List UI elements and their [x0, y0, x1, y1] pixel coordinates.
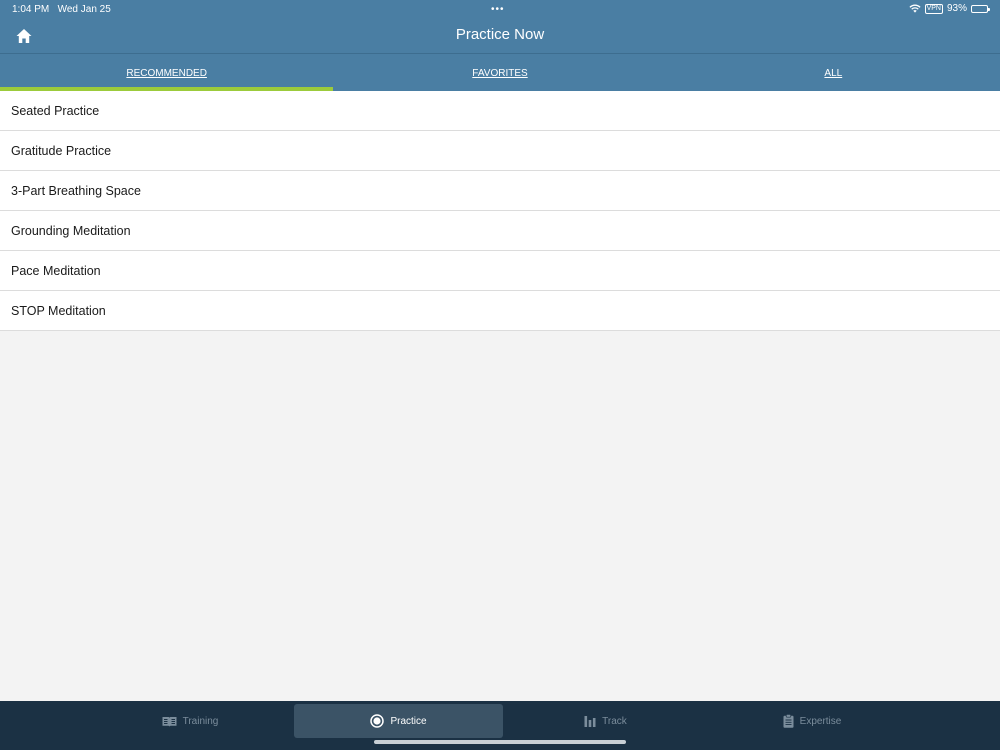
header: 1:04 PM Wed Jan 25 ••• VPN 93% Practice …: [0, 0, 1000, 91]
tabbar-practice-label: Practice: [390, 715, 427, 727]
wifi-icon: [909, 4, 921, 13]
practice-item-breathing-space[interactable]: 3-Part Breathing Space: [0, 171, 1000, 211]
status-bar: 1:04 PM Wed Jan 25 ••• VPN 93%: [0, 0, 1000, 18]
segment-tabs: RECOMMENDED FAVORITES ALL: [0, 55, 1000, 91]
tabbar-training[interactable]: Training: [85, 704, 295, 738]
status-indicators: VPN 93%: [909, 3, 990, 14]
bar-chart-icon: [584, 716, 596, 727]
status-time: 1:04 PM Wed Jan 25: [12, 4, 111, 15]
practice-item-stop[interactable]: STOP Meditation: [0, 291, 1000, 331]
battery-percent: 93%: [946, 3, 967, 14]
book-icon: [162, 716, 177, 726]
home-indicator: [374, 740, 626, 744]
tabbar-training-label: Training: [182, 715, 219, 727]
tabbar-practice[interactable]: Practice: [294, 704, 503, 738]
tabbar-track-label: Track: [602, 715, 627, 727]
multitask-dots[interactable]: •••: [491, 4, 505, 15]
practice-list: Seated Practice Gratitude Practice 3-Par…: [0, 91, 1000, 331]
practice-item-pace[interactable]: Pace Meditation: [0, 251, 1000, 291]
clipboard-icon: [783, 714, 794, 728]
vpn-badge: VPN: [924, 3, 943, 14]
page-title: Practice Now: [455, 26, 545, 43]
practice-circle-icon: [370, 714, 385, 728]
practice-item-seated[interactable]: Seated Practice: [0, 91, 1000, 131]
tab-recommended[interactable]: RECOMMENDED: [0, 55, 334, 91]
practice-item-grounding[interactable]: Grounding Meditation: [0, 211, 1000, 251]
nav-bar: Practice Now: [0, 18, 1000, 54]
tabbar-expertise[interactable]: Expertise: [708, 704, 916, 738]
tabbar-track[interactable]: Track: [503, 704, 708, 738]
practice-item-gratitude[interactable]: Gratitude Practice: [0, 131, 1000, 171]
battery-icon: [971, 4, 990, 13]
tabbar-expertise-label: Expertise: [799, 715, 842, 727]
tab-favorites[interactable]: FAVORITES: [333, 55, 666, 91]
tab-all[interactable]: ALL: [667, 55, 1000, 91]
